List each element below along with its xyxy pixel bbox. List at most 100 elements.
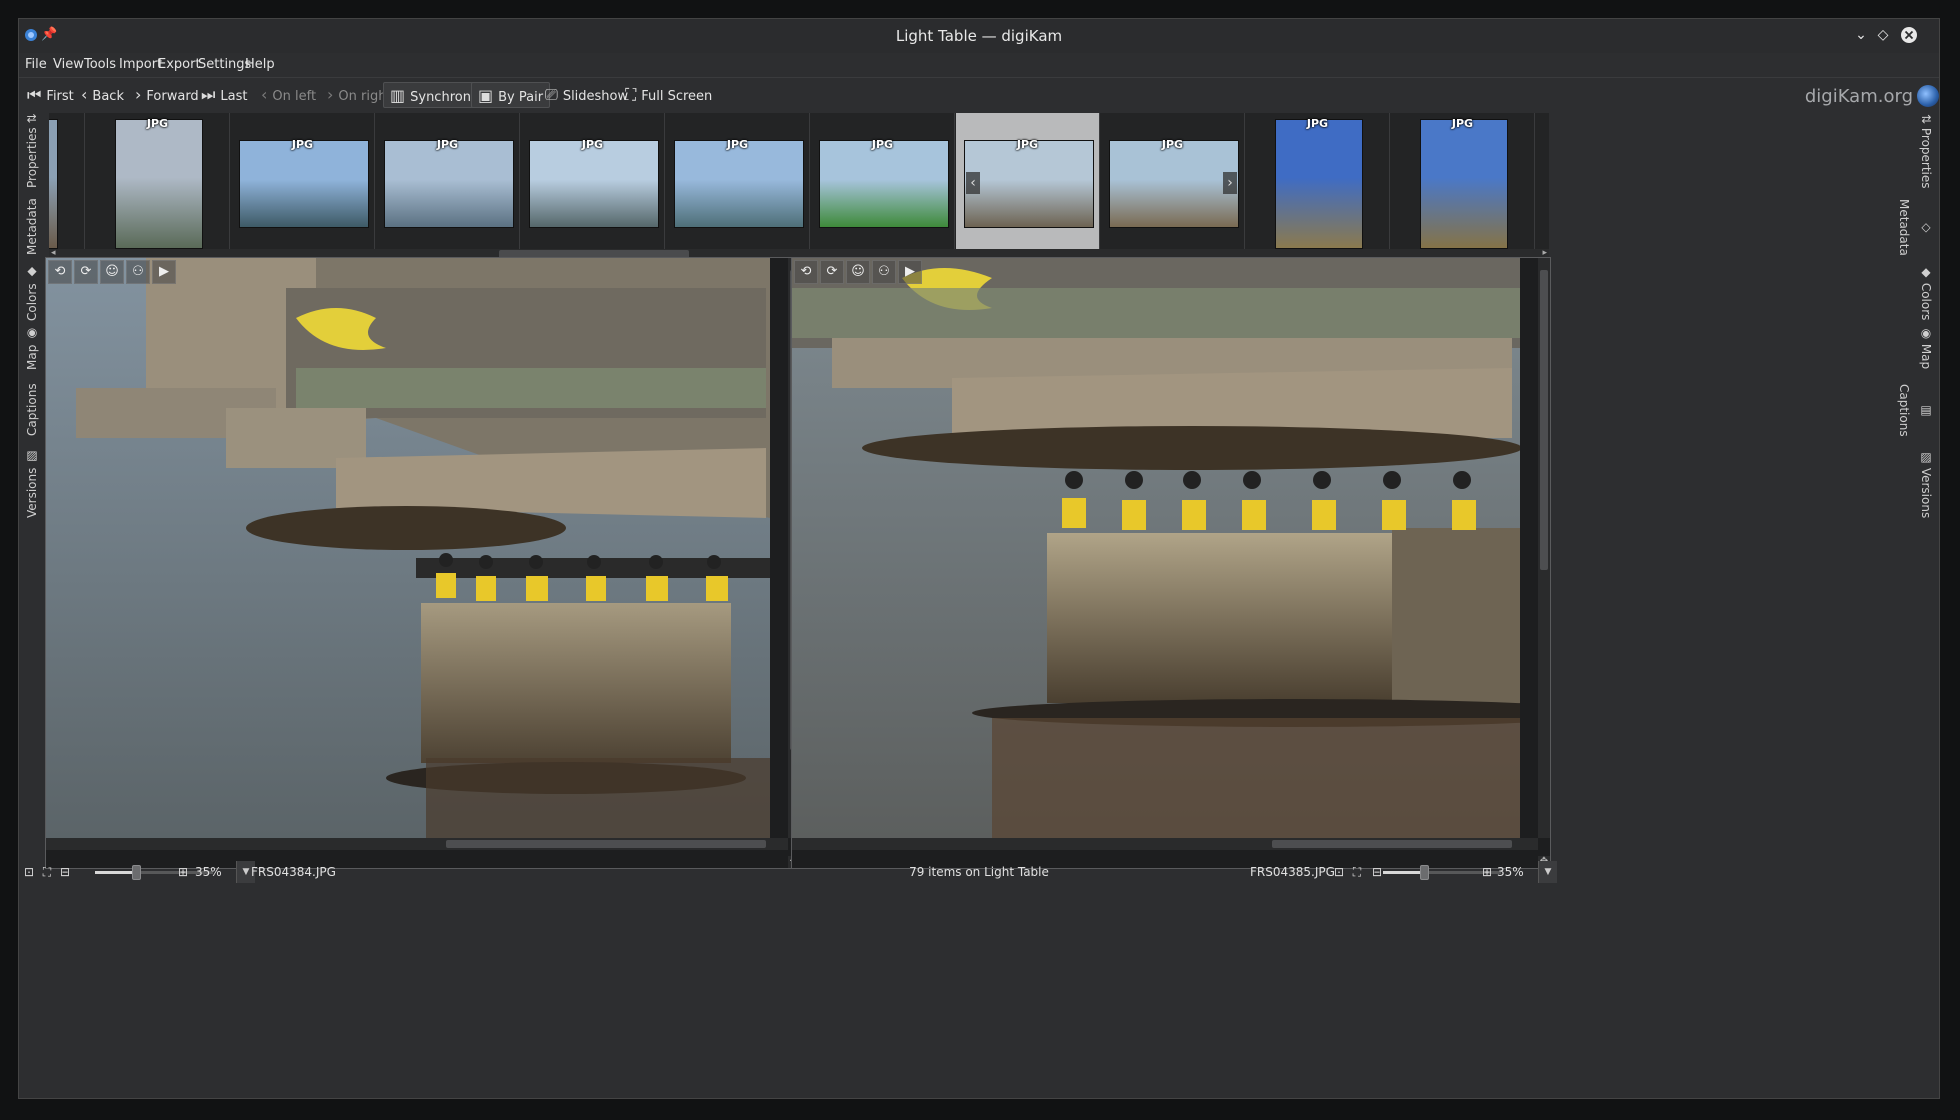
thumbnail-item[interactable] bbox=[49, 113, 85, 253]
menu-tools[interactable]: Tools bbox=[84, 53, 116, 77]
thumbnail-item[interactable]: JPG ‹ bbox=[956, 113, 1100, 253]
menu-help[interactable]: Help bbox=[245, 53, 275, 77]
face-tag-icon[interactable]: ☺ bbox=[846, 260, 870, 284]
right-tab-metadata[interactable]: ◇ Metadata bbox=[1897, 193, 1937, 261]
left-tab-versions[interactable]: Versions ▨ bbox=[21, 449, 43, 519]
thumbnail-item[interactable]: JPG bbox=[86, 113, 230, 253]
by-pair-icon: ▣ bbox=[478, 86, 494, 105]
menu-export[interactable]: Export bbox=[158, 53, 201, 77]
thumbnail-item[interactable]: JPG bbox=[1391, 113, 1535, 253]
rotate-right-icon[interactable]: ⟳ bbox=[74, 260, 98, 284]
brand-text[interactable]: digiKam.org bbox=[1805, 86, 1913, 107]
thumbnail-image[interactable] bbox=[115, 119, 203, 249]
right-zoom-combo[interactable]: 35% ▼ bbox=[1497, 861, 1557, 883]
right-filename: FRS04385.JPG bbox=[1250, 865, 1335, 879]
lighttable-window: 📌 Light Table — digiKam ⌄ ◇ File View To… bbox=[18, 18, 1940, 1099]
last-button[interactable]: ⏭ Last bbox=[195, 82, 254, 108]
thumbnail-format-label: JPG bbox=[436, 138, 459, 151]
menu-file[interactable]: File bbox=[25, 53, 47, 77]
digikam-logo-icon[interactable] bbox=[1917, 85, 1939, 107]
thumbnail-image[interactable] bbox=[674, 140, 804, 228]
close-icon[interactable] bbox=[1899, 25, 1919, 45]
person-add-icon[interactable]: ⚇ bbox=[126, 260, 150, 284]
right-tab-properties[interactable]: ⇅ Properties bbox=[1915, 113, 1937, 189]
right-tab-map[interactable]: ◉ Map bbox=[1915, 325, 1937, 371]
thumbnail-image[interactable] bbox=[1109, 140, 1239, 228]
thumbnail-image[interactable] bbox=[384, 140, 514, 228]
forward-button[interactable]: › Forward bbox=[129, 82, 205, 108]
face-tag-icon[interactable]: ☺ bbox=[100, 260, 124, 284]
menu-import[interactable]: Import bbox=[119, 53, 162, 77]
on-left-button[interactable]: ‹ On left bbox=[255, 82, 322, 108]
menu-settings[interactable]: Settings bbox=[198, 53, 251, 77]
thumbnail-item[interactable]: JPG bbox=[1246, 113, 1390, 253]
right-vertical-scrollbar[interactable] bbox=[1538, 258, 1550, 838]
thumbnail-item[interactable]: JPG bbox=[376, 113, 520, 253]
full-screen-button[interactable]: ⛶ Full Screen bbox=[619, 82, 718, 108]
person-add-icon[interactable]: ⚇ bbox=[872, 260, 896, 284]
right-zoom-fit-icon[interactable]: ⊡ bbox=[1331, 864, 1347, 880]
menu-bar: File View Tools Import Export Settings H… bbox=[19, 53, 1939, 77]
menu-view[interactable]: View bbox=[53, 53, 84, 77]
right-preview-image[interactable] bbox=[792, 258, 1520, 838]
slideshow-icon: ⎚ bbox=[545, 85, 558, 104]
left-preview-image[interactable] bbox=[46, 258, 770, 838]
right-zoom-100-icon[interactable]: ⛶ bbox=[1349, 864, 1365, 880]
next-arrow-icon[interactable]: › bbox=[1223, 172, 1237, 194]
left-tab-colors[interactable]: Colors ◆ bbox=[21, 265, 43, 321]
chevron-down-icon[interactable]: ▼ bbox=[1538, 861, 1557, 883]
right-tab-colors[interactable]: ◆ Colors bbox=[1915, 265, 1937, 321]
rotate-right-icon[interactable]: ⟳ bbox=[820, 260, 844, 284]
thumbnail-item[interactable]: JPG bbox=[666, 113, 810, 253]
play-icon[interactable]: ▶ bbox=[152, 260, 176, 284]
synchronize-icon: ▥ bbox=[390, 86, 406, 105]
play-icon[interactable]: ▶ bbox=[898, 260, 922, 284]
right-horizontal-scrollbar[interactable] bbox=[792, 838, 1538, 850]
right-vertical-scroll-handle[interactable] bbox=[1540, 270, 1548, 570]
first-button[interactable]: ⏮ First bbox=[21, 82, 80, 108]
rotate-left-icon[interactable]: ⟲ bbox=[794, 260, 818, 284]
back-button[interactable]: ‹ Back bbox=[75, 82, 130, 108]
forward-icon: › bbox=[135, 85, 142, 104]
right-zoom-in-icon[interactable]: ⊞ bbox=[1479, 864, 1495, 880]
thumbnail-item[interactable]: JPG bbox=[231, 113, 375, 253]
thumbnail-image[interactable] bbox=[1420, 119, 1508, 249]
rotate-left-icon[interactable]: ⟲ bbox=[48, 260, 72, 284]
thumbnail-item[interactable]: JPG › bbox=[1101, 113, 1245, 253]
left-tab-captions[interactable]: Captions ▤ bbox=[21, 375, 61, 445]
right-tab-versions[interactable]: ▨ Versions bbox=[1915, 449, 1937, 519]
left-preview-pane[interactable]: ⟲ ⟳ ☺ ⚇ ▶ ✥ bbox=[45, 257, 801, 869]
left-tab-metadata-label: Metadata bbox=[25, 198, 39, 256]
thumbnail-item[interactable]: JPG bbox=[811, 113, 955, 253]
minimize-icon[interactable]: ⌄ bbox=[1851, 25, 1871, 45]
thumbnail-image[interactable] bbox=[529, 140, 659, 228]
thumbnail-format-label: JPG bbox=[1016, 138, 1039, 151]
left-tab-properties[interactable]: Properties ⇅ bbox=[21, 113, 43, 189]
thumbnail-image[interactable] bbox=[819, 140, 949, 228]
right-preview-pane[interactable]: ⟲ ⟳ ☺ ⚇ ▶ ✥ bbox=[791, 257, 1551, 869]
left-tab-metadata[interactable]: Metadata ◇ bbox=[21, 193, 61, 261]
thumbnail-item[interactable]: JPG bbox=[521, 113, 665, 253]
thumbnail-format-label: JPG bbox=[1451, 117, 1474, 130]
right-horizontal-scroll-handle[interactable] bbox=[1272, 840, 1512, 848]
maximize-icon[interactable]: ◇ bbox=[1873, 25, 1893, 45]
right-sidebar: ⇅ Properties ◇ Metadata ◆ Colors ◉ Map ▤… bbox=[1897, 113, 1937, 1063]
thumbnail-image[interactable] bbox=[964, 140, 1094, 228]
thumbnail-format-label: JPG bbox=[1161, 138, 1184, 151]
thumbnail-image[interactable] bbox=[239, 140, 369, 228]
left-tab-map[interactable]: Map ◉ bbox=[21, 325, 43, 371]
by-pair-label: By Pair bbox=[498, 90, 544, 105]
left-tab-versions-label: Versions bbox=[25, 467, 39, 519]
left-horizontal-scroll-handle[interactable] bbox=[446, 840, 766, 848]
item-count: 79 items on Light Table bbox=[909, 865, 1049, 879]
thumbnail-bar[interactable]: JPG JPG JPG JPG JPG JPG JPG ‹ JPG › JPG JPG bbox=[49, 113, 1549, 255]
full-screen-icon: ⛶ bbox=[625, 85, 637, 104]
right-zoom-slider-knob[interactable] bbox=[1420, 865, 1430, 880]
thumbnail-format-label: JPG bbox=[291, 138, 314, 151]
left-horizontal-scrollbar[interactable] bbox=[46, 838, 788, 850]
left-tab-captions-label: Captions bbox=[25, 383, 39, 437]
thumbnail-image[interactable] bbox=[49, 119, 58, 249]
previous-arrow-icon[interactable]: ‹ bbox=[966, 172, 980, 194]
right-tab-captions[interactable]: ▤ Captions bbox=[1897, 375, 1937, 445]
thumbnail-image[interactable] bbox=[1275, 119, 1363, 249]
